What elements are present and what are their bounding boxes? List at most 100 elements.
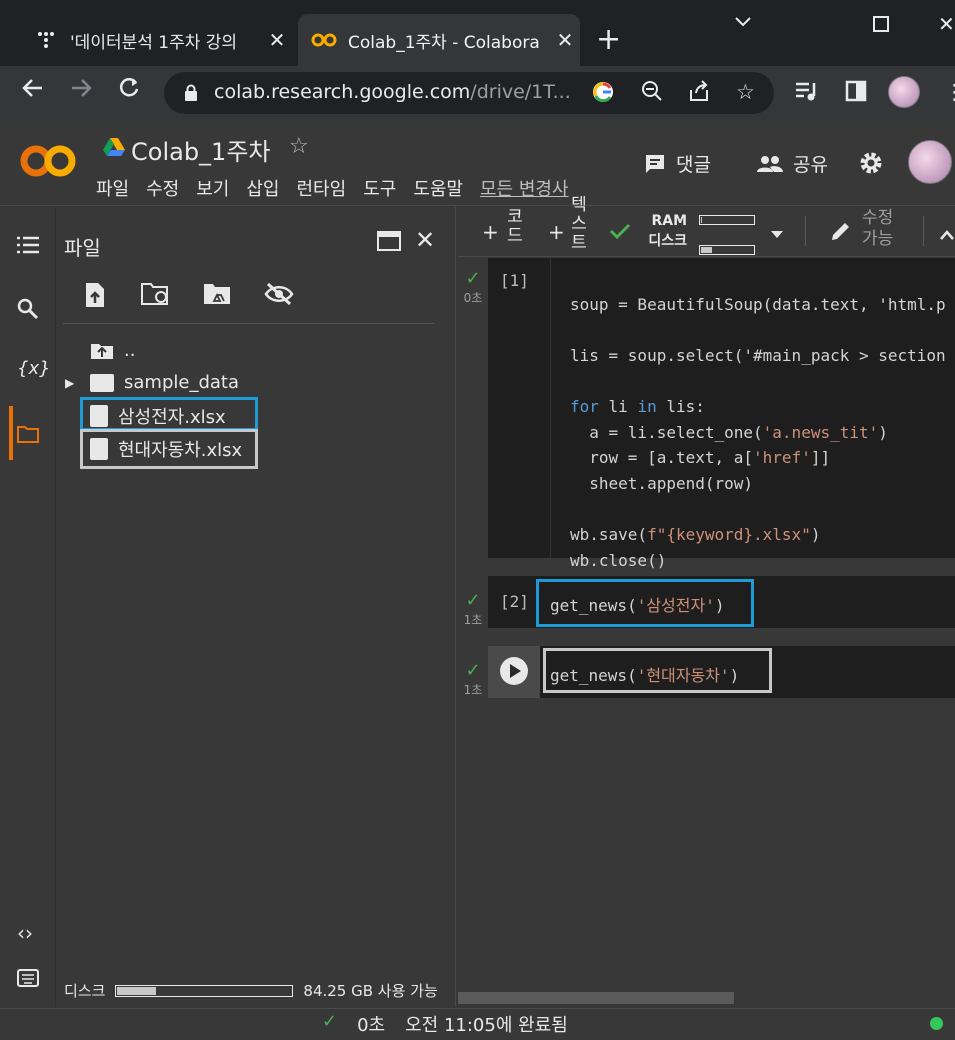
notebook-title[interactable]: Colab_1주차 — [131, 132, 270, 167]
code-line: soup = BeautifulSoup(data.text, 'html.p — [570, 294, 946, 314]
bookmark-star-icon[interactable]: ☆ — [736, 80, 755, 104]
table-of-contents-icon[interactable] — [17, 235, 39, 260]
browser-menu-icon[interactable]: ⋮ — [944, 80, 955, 104]
upload-file-icon[interactable] — [84, 282, 106, 314]
reload-icon[interactable] — [118, 77, 140, 105]
menu-tools[interactable]: 도구 — [363, 175, 396, 201]
cell-gutter-line — [550, 258, 551, 558]
browser-tab-active[interactable]: Colab_1주차 - Colabora ✕ — [298, 14, 580, 66]
tab-close-icon[interactable]: ✕ — [262, 28, 292, 52]
tab-search-chevron-icon[interactable] — [734, 10, 752, 34]
disk-resource-label: 디스크 — [648, 233, 687, 249]
disk-usage-fill — [117, 986, 157, 995]
colab-favicon-icon — [310, 28, 338, 52]
collapse-chevron-icon[interactable] — [939, 226, 955, 245]
highlight-box-gray — [80, 429, 258, 469]
tab-title: Colab_1주차 - Colabora — [348, 32, 540, 53]
files-panel-title: 파일 — [64, 236, 101, 260]
url-host: colab.research.google.com — [214, 81, 471, 103]
cell-exec-time: 1초 — [463, 613, 483, 627]
highlight-box-gray — [543, 648, 772, 693]
disk-usage-bar — [115, 984, 294, 997]
star-notebook-icon[interactable]: ☆ — [289, 134, 309, 159]
window-close-icon[interactable]: ✕ — [938, 12, 955, 36]
zoom-out-icon[interactable] — [641, 80, 663, 107]
add-text-plus-icon[interactable]: + — [548, 220, 565, 244]
edit-pencil-icon[interactable] — [830, 220, 852, 246]
add-code-plus-icon[interactable]: + — [482, 220, 499, 244]
highlight-box-blue — [536, 579, 754, 627]
folder-up-icon — [91, 343, 113, 359]
google-icon[interactable] — [591, 80, 615, 109]
variables-icon[interactable]: {x} — [17, 358, 51, 379]
share-button[interactable]: 공유 — [757, 150, 828, 177]
status-completed: 오전 11:05에 완료됨 — [405, 1015, 568, 1036]
account-avatar[interactable] — [908, 140, 952, 184]
status-elapsed: 0초 — [357, 1015, 386, 1036]
code-line: wb.save(f"{keyword}.xlsx") — [570, 524, 821, 544]
disk-meter-fill — [701, 247, 712, 253]
play-icon — [510, 664, 521, 678]
cell-1-status: ✓ 0초 — [458, 268, 488, 306]
people-icon — [757, 155, 783, 172]
files-folder-icon[interactable] — [17, 424, 39, 449]
ram-meter-fill — [701, 217, 703, 223]
menu-file[interactable]: 파일 — [96, 175, 129, 201]
all-changes-saved-link[interactable]: 모든 변경사 — [480, 175, 569, 201]
horizontal-scrollbar[interactable] — [458, 992, 734, 1004]
highlight-box-blue — [80, 397, 258, 431]
open-in-tab-icon[interactable] — [377, 231, 401, 255]
folder-icon — [90, 373, 114, 392]
new-tab-icon[interactable]: + — [596, 22, 621, 57]
cell-2-status: ✓ 1초 — [458, 590, 488, 628]
back-icon[interactable] — [22, 77, 44, 105]
browser-tab-inactive[interactable]: '데이터분석 1주차 강의 ✕ — [20, 14, 292, 66]
connection-status-dot — [930, 1017, 943, 1030]
search-icon[interactable] — [17, 298, 39, 326]
mount-drive-icon[interactable] — [203, 282, 231, 312]
cell-1-code[interactable]: soup = BeautifulSoup(data.text, 'html.p … — [570, 266, 955, 573]
files-toolbar-divider — [63, 323, 434, 324]
maximize-icon[interactable] — [873, 16, 889, 32]
comment-icon — [646, 154, 664, 173]
menu-insert[interactable]: 삽입 — [246, 175, 279, 201]
status-message[interactable]: ✓ 0초 오전 11:05에 완료됨 — [322, 1011, 568, 1037]
disk-meter[interactable] — [699, 245, 755, 255]
close-panel-icon[interactable]: ✕ — [415, 226, 435, 254]
menu-edit[interactable]: 수정 — [146, 175, 179, 201]
settings-gear-icon[interactable] — [859, 151, 883, 179]
ram-meter[interactable] — [699, 215, 755, 225]
url-text: colab.research.google.com/drive/1T... — [214, 81, 571, 103]
tree-folder-sample-data[interactable]: sample_data — [90, 372, 239, 393]
share-page-icon[interactable] — [688, 80, 710, 107]
colab-logo[interactable] — [20, 142, 76, 184]
command-palette-icon[interactable] — [17, 968, 39, 993]
toolbar-divider — [923, 216, 924, 246]
files-panel — [56, 207, 456, 1007]
tab-title: '데이터분석 1주차 강의 — [70, 32, 238, 53]
add-text-button[interactable]: 텍스트 — [571, 196, 587, 256]
hide-files-icon[interactable] — [264, 282, 294, 312]
code-line: a = li.select_one('a.news_tit') — [570, 422, 888, 442]
menu-view[interactable]: 보기 — [196, 175, 229, 201]
add-code-button[interactable]: 코드 — [507, 208, 523, 246]
tree-parent-dir[interactable]: .. — [90, 340, 135, 361]
refresh-folder-icon[interactable] — [141, 282, 171, 312]
resource-labels: RAM 디스크 — [641, 211, 687, 251]
check-icon: ✓ — [465, 660, 481, 681]
code-snippets-icon[interactable]: ‹› — [17, 921, 33, 945]
edit-mode-label[interactable]: 수정 가능 — [862, 208, 902, 250]
runtime-dropdown-icon[interactable] — [770, 225, 784, 244]
lock-icon[interactable] — [184, 84, 198, 106]
tab-close-icon[interactable]: ✕ — [550, 28, 580, 52]
drive-icon — [103, 137, 125, 161]
expand-arrow-icon[interactable]: ▶ — [65, 376, 74, 390]
forward-icon[interactable] — [70, 77, 92, 105]
media-control-icon[interactable] — [795, 80, 819, 107]
browser-profile-avatar[interactable] — [888, 76, 920, 108]
comment-button[interactable]: 댓글 — [644, 150, 711, 177]
menu-help[interactable]: 도움말 — [413, 175, 463, 201]
code-line: row = [a.text, a['href']] — [570, 448, 831, 468]
menu-runtime[interactable]: 런타임 — [297, 175, 347, 201]
side-panel-icon[interactable] — [845, 80, 867, 107]
